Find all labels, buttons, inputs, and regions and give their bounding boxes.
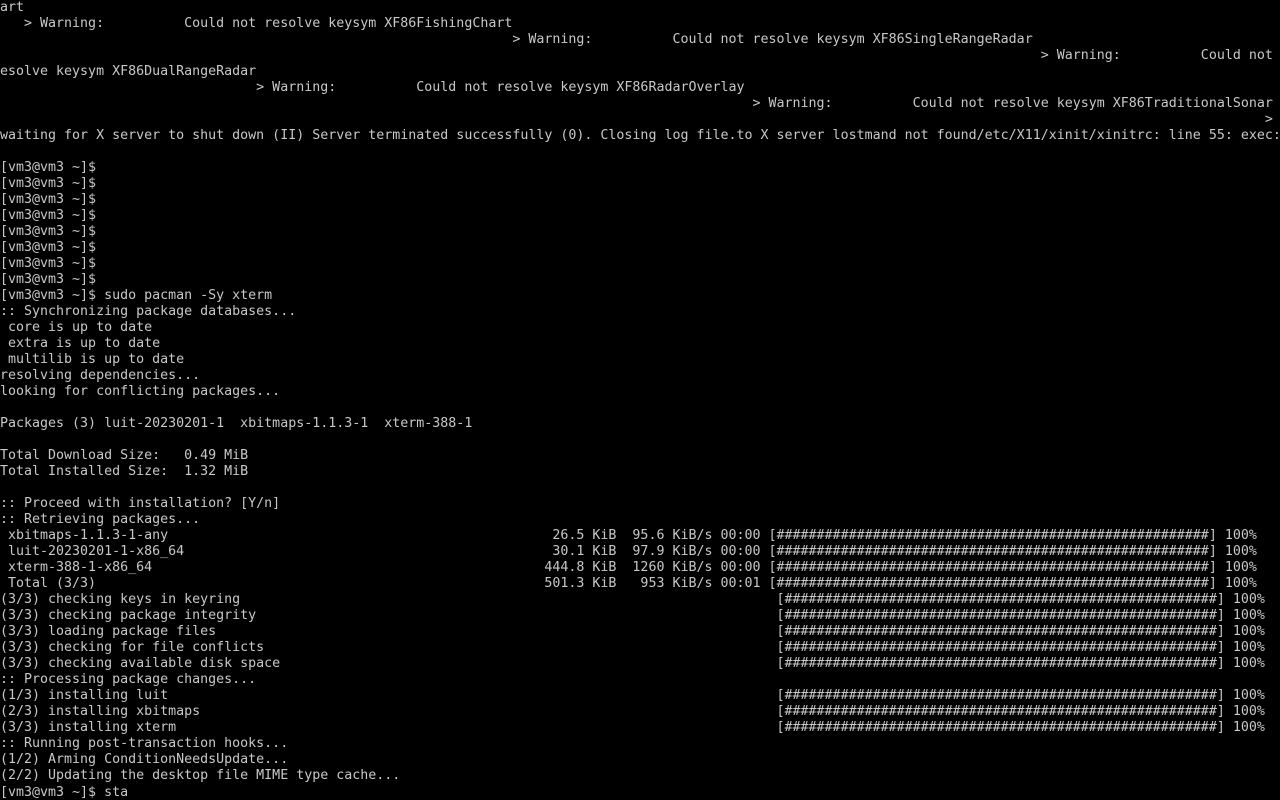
terminal-line: [vm3@vm3 ~]$ <box>0 208 97 223</box>
shell-prompt: [vm3@vm3 ~]$ <box>0 785 105 800</box>
terminal-line: (3/3) checking keys in keyring [########… <box>0 592 1265 607</box>
terminal-line: xterm-388-1-x86_64 444.8 KiB 1260 KiB/s … <box>0 560 1257 575</box>
terminal-line: (1/2) Arming ConditionNeedsUpdate... <box>0 752 289 767</box>
terminal-line: extra is up to date <box>0 336 161 351</box>
terminal-line: :: Retrieving packages... <box>0 512 201 527</box>
terminal-line: (3/3) loading package files [###########… <box>0 624 1265 639</box>
terminal-line: luit-20230201-1-x86_64 30.1 KiB 97.9 KiB… <box>0 544 1257 559</box>
terminal-line: art <box>0 0 25 15</box>
terminal-line: Packages (3) luit-20230201-1 xbitmaps-1.… <box>0 416 473 431</box>
command-input[interactable]: sta <box>104 785 128 800</box>
terminal-line: > <box>0 112 1273 127</box>
terminal-line: (3/3) installing xterm [################… <box>0 720 1265 735</box>
terminal-line: [vm3@vm3 ~]$ <box>0 256 97 271</box>
terminal-line: [vm3@vm3 ~]$ sudo pacman -Sy xterm <box>0 288 273 303</box>
terminal-line: :: Proceed with installation? [Y/n] <box>0 496 281 511</box>
text-cursor <box>128 784 136 798</box>
terminal-line: > Warning: Could not resolve keysym XF86… <box>0 16 513 31</box>
terminal-line: :: Processing package changes... <box>0 672 257 687</box>
terminal-line: waiting for X server to shut down (II) S… <box>0 128 1280 143</box>
terminal-line: [vm3@vm3 ~]$ <box>0 192 97 207</box>
terminal-line: > Warning: Could not resolve keysym XF86… <box>0 96 1273 111</box>
terminal-line: [vm3@vm3 ~]$ <box>0 272 97 287</box>
terminal-line: (3/3) checking package integrity [######… <box>0 608 1265 623</box>
terminal-line: (1/3) installing luit [#################… <box>0 688 1265 703</box>
terminal-line: (3/3) checking available disk space [###… <box>0 656 1265 671</box>
terminal-line: looking for conflicting packages... <box>0 384 281 399</box>
terminal-line: (2/3) installing xbitmaps [#############… <box>0 704 1265 719</box>
terminal-line: > Warning: Could not resolve keysym XF86… <box>0 32 1033 47</box>
terminal-line: [vm3@vm3 ~]$ <box>0 160 97 175</box>
terminal-line: core is up to date <box>0 320 153 335</box>
terminal-line: :: Synchronizing package databases... <box>0 304 297 319</box>
terminal-line: > Warning: Could not r <box>0 48 1280 63</box>
terminal-screen[interactable]: art > Warning: Could not resolve keysym … <box>0 0 1280 800</box>
terminal-line: (2/2) Updating the desktop file MIME typ… <box>0 768 401 783</box>
terminal-line: xbitmaps-1.1.3-1-any 26.5 KiB 95.6 KiB/s… <box>0 528 1257 543</box>
terminal-line: [vm3@vm3 ~]$ <box>0 224 97 239</box>
terminal-line: multilib is up to date <box>0 352 185 367</box>
terminal-line: [vm3@vm3 ~]$ <box>0 176 97 191</box>
terminal-line: resolving dependencies... <box>0 368 201 383</box>
command-prompt-line[interactable]: [vm3@vm3 ~]$ sta <box>0 784 136 800</box>
terminal-line: Total Download Size: 0.49 MiB <box>0 448 249 463</box>
terminal-line: :: Running post-transaction hooks... <box>0 736 289 751</box>
terminal-line: Total Installed Size: 1.32 MiB <box>0 464 249 479</box>
terminal-line: [vm3@vm3 ~]$ <box>0 240 97 255</box>
terminal-line: (3/3) checking for file conflicts [#####… <box>0 640 1265 655</box>
terminal-line: Total (3/3) 501.3 KiB 953 KiB/s 00:01 [#… <box>0 576 1257 591</box>
terminal-line: esolve keysym XF86DualRangeRadar <box>0 64 257 79</box>
terminal-line: > Warning: Could not resolve keysym XF86… <box>0 80 745 95</box>
